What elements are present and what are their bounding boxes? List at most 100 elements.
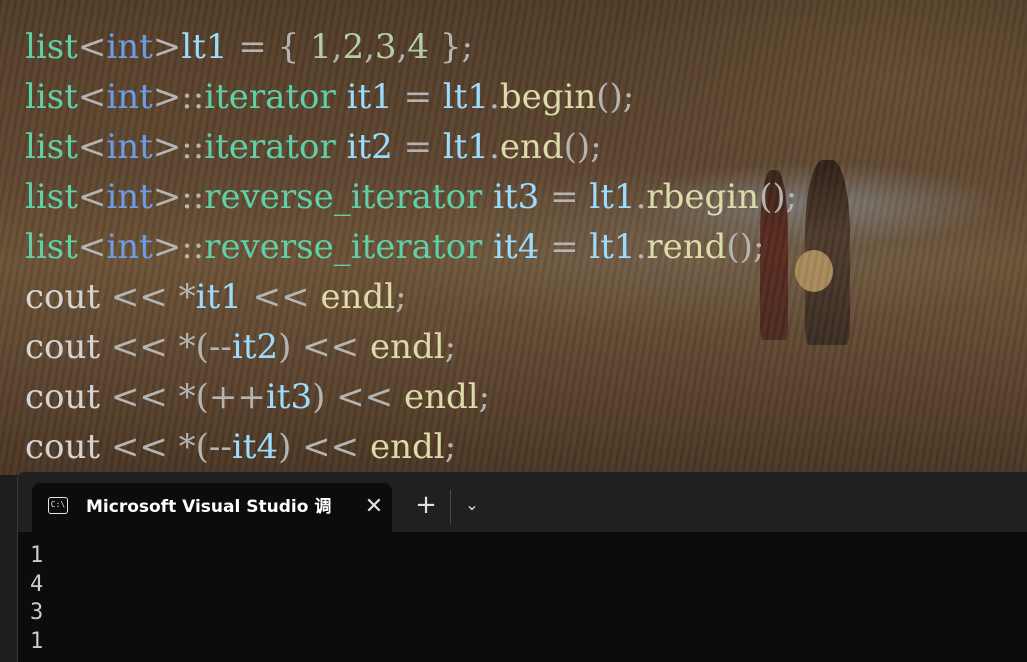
code-token: . <box>489 127 500 167</box>
code-token: rbegin <box>646 177 760 217</box>
code-token: (); <box>726 227 765 267</box>
code-token: >:: <box>152 127 205 167</box>
tab-title: Microsoft Visual Studio 调试控制台 <box>86 497 332 517</box>
code-token: , <box>364 27 375 67</box>
code-token: , <box>331 27 343 67</box>
code-token: int <box>106 127 153 167</box>
code-token: endl <box>403 377 479 417</box>
code-token: < <box>77 27 107 67</box>
code-token: endl <box>320 277 396 317</box>
code-line: list<int>::reverse_iterator it4 = lt1.re… <box>25 222 797 272</box>
code-token: int <box>106 227 153 267</box>
terminal-tab-bar: C:\ Microsoft Visual Studio 调试控制台 ✕ + ⌄ <box>18 472 1027 532</box>
code-line: cout << *it1 << endl; <box>25 272 797 322</box>
code-token: = <box>539 227 590 267</box>
code-token: cout <box>25 327 101 367</box>
code-token: << *(-- <box>100 327 232 367</box>
code-token: . <box>635 177 647 217</box>
code-token: begin <box>499 77 597 117</box>
terminal-window[interactable]: C:\ Microsoft Visual Studio 调试控制台 ✕ + ⌄ … <box>17 471 1027 662</box>
code-token: lt1 <box>442 127 490 167</box>
output-line: 1 <box>30 543 44 568</box>
code-token: lt1 <box>442 77 490 117</box>
code-token: = { <box>227 27 311 67</box>
code-token: iterator <box>204 77 336 117</box>
code-token: 1 <box>310 27 332 67</box>
code-token: >:: <box>152 177 205 217</box>
code-token: << * <box>100 277 196 317</box>
terminal-tab[interactable]: C:\ Microsoft Visual Studio 调试控制台 ✕ <box>32 483 392 532</box>
code-token: ) << <box>312 377 404 417</box>
code-line: cout << *(++it3) << endl; <box>25 372 797 422</box>
code-token: it3 <box>265 377 313 417</box>
code-token: = <box>392 127 443 167</box>
code-token: endl <box>369 327 445 367</box>
code-token: ; <box>444 327 457 367</box>
wallpaper-straw-hat <box>795 250 833 292</box>
code-token: ; <box>478 377 491 417</box>
code-token: iterator <box>204 127 336 167</box>
code-token: int <box>106 177 153 217</box>
code-token: . <box>635 227 647 267</box>
code-token: < <box>77 227 107 267</box>
code-token: (); <box>596 77 635 117</box>
code-line: list<int>::reverse_iterator it3 = lt1.rb… <box>25 172 797 222</box>
code-token: list <box>25 227 78 267</box>
code-token: . <box>489 77 500 117</box>
code-token: it2 <box>346 127 393 167</box>
output-line: 3 <box>30 600 44 625</box>
code-editor[interactable]: list<int>lt1 = { 1,2,3,4 }; list<int>::it… <box>0 0 1027 475</box>
code-token: lt1 <box>181 27 228 67</box>
code-text[interactable]: list<int>lt1 = { 1,2,3,4 }; list<int>::it… <box>25 22 797 472</box>
code-token: it4 <box>493 227 540 267</box>
console-icon: C:\ <box>48 497 68 514</box>
code-token: ) << <box>278 327 370 367</box>
code-token: list <box>25 27 78 67</box>
code-token: < <box>77 77 107 117</box>
code-token: < <box>77 177 107 217</box>
code-token: >:: <box>152 227 205 267</box>
code-token: reverse_iterator <box>204 177 483 217</box>
code-line: cout << *(--it4) << endl; <box>25 422 797 472</box>
code-token: ; <box>444 427 457 467</box>
code-token: << *(++ <box>100 377 266 417</box>
code-token: cout <box>25 427 101 467</box>
code-token: int <box>106 77 153 117</box>
code-token: ) << <box>278 427 370 467</box>
code-token: lt1 <box>589 227 636 267</box>
code-token: = <box>392 77 443 117</box>
code-token: < <box>77 127 107 167</box>
code-token: list <box>25 77 78 117</box>
code-token: it1 <box>195 277 242 317</box>
code-token: << *(-- <box>100 427 232 467</box>
code-token: reverse_iterator <box>204 227 483 267</box>
code-line: list<int>lt1 = { 1,2,3,4 }; <box>25 22 797 72</box>
code-token: = <box>539 177 590 217</box>
code-line: cout << *(--it2) << endl; <box>25 322 797 372</box>
code-token: >:: <box>152 77 205 117</box>
chevron-down-icon[interactable]: ⌄ <box>460 493 484 517</box>
code-token: it1 <box>346 77 393 117</box>
code-token: list <box>25 177 78 217</box>
code-token: (); <box>563 127 602 167</box>
code-token: , <box>396 27 408 67</box>
code-line: list<int>::iterator it1 = lt1.begin(); <box>25 72 797 122</box>
code-token: int <box>106 27 153 67</box>
close-icon[interactable]: ✕ <box>362 495 386 519</box>
terminal-output[interactable]: 1 4 3 1 <box>30 542 43 656</box>
code-token: it3 <box>493 177 540 217</box>
code-line: list<int>::iterator it2 = lt1.end(); <box>25 122 797 172</box>
code-token: rend <box>646 227 727 267</box>
code-token: 3 <box>374 27 397 67</box>
code-token: 2 <box>342 27 365 67</box>
new-tab-button[interactable]: + <box>414 492 438 518</box>
code-token: it4 <box>231 427 279 467</box>
code-token: 4 <box>407 27 430 67</box>
code-token: > <box>152 27 182 67</box>
code-token: end <box>499 127 564 167</box>
code-token: (); <box>759 177 798 217</box>
